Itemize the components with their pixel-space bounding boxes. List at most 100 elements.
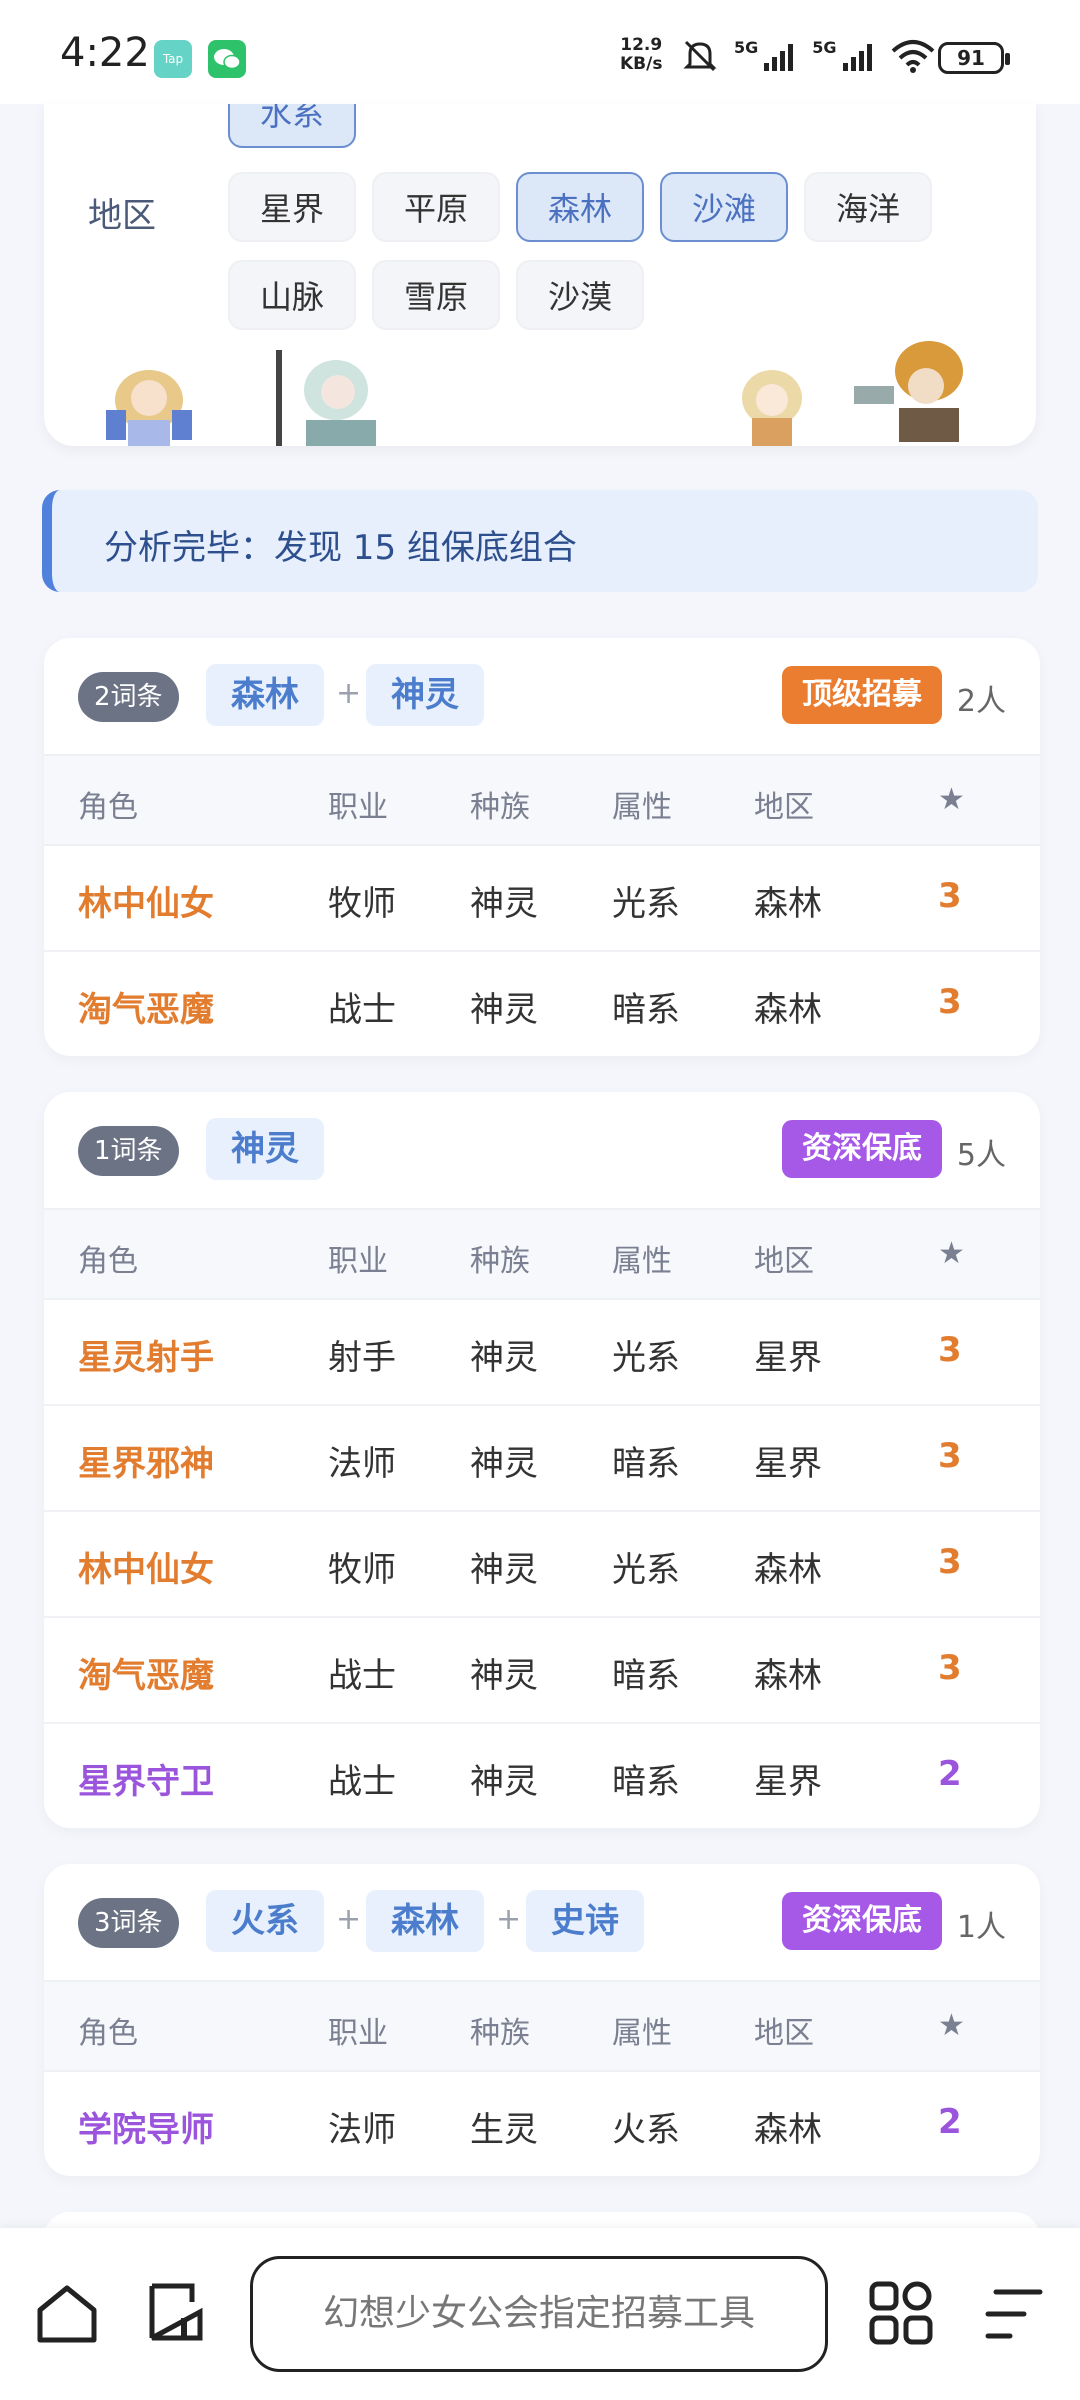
header-star: ★ [938,1236,965,1271]
header-job: 职业 [328,2016,388,2051]
cell-attr: 火系 [612,2110,680,2150]
chip-region[interactable]: 雪原 [372,260,500,330]
net-speed-unit: KB/s [620,54,663,74]
chip-attr-partial[interactable]: 水系 [228,104,356,148]
cell-region: 森林 [754,990,822,1030]
cell-job: 战士 [328,990,396,1030]
result-card-header: 1词条 神灵 资深保底 5人 [44,1092,1040,1210]
result-card: 3词条 火系 + 森林 + 史诗 资深保底 1人 角色 职业 种族 属性 地区 … [44,1864,1040,2176]
people-count: 5人 [956,1138,1006,1173]
header-race: 种族 [470,2016,530,2051]
chip-region[interactable]: 海洋 [804,172,932,242]
plus-sign: + [336,1902,362,1937]
tag-pill: 火系 [206,1890,324,1952]
table-row: 星界邪神 法师 神灵 暗系 星界 3 [44,1406,1040,1512]
header-attr: 属性 [612,790,672,825]
cell-region: 星界 [754,1444,822,1484]
result-card-header: 3词条 火系 + 森林 + 史诗 资深保底 1人 [44,1864,1040,1982]
status-time: 4:22 [60,30,150,76]
cell-race: 生灵 [470,2110,538,2150]
header-region: 地区 [754,790,814,825]
cell-race: 神灵 [470,1444,538,1484]
cell-name: 淘气恶魔 [78,990,214,1030]
tabs-icon[interactable] [144,2278,210,2344]
cell-race: 神灵 [470,1762,538,1802]
cell-star: 3 [938,982,962,1022]
cell-attr: 暗系 [612,1444,680,1484]
chip-region[interactable]: 星界 [228,172,356,242]
chip-region[interactable]: 平原 [372,172,500,242]
address-bar[interactable]: 幻想少女公会指定招募工具 [250,2256,828,2372]
cell-race: 神灵 [470,990,538,1030]
table-row: 星灵射手 射手 神灵 光系 星界 3 [44,1300,1040,1406]
cell-race: 神灵 [470,884,538,924]
header-name: 角色 [78,2016,138,2051]
cell-star: 2 [938,1754,962,1794]
cell-star: 2 [938,2102,962,2142]
signal-label-1: 5G [734,37,759,57]
cell-region: 森林 [754,1656,822,1696]
table-header: 角色 职业 种族 属性 地区 ★ [44,1982,1040,2072]
people-count: 1人 [956,1910,1006,1945]
header-job: 职业 [328,790,388,825]
mute-icon [683,40,717,72]
cell-job: 法师 [328,2110,396,2150]
menu-icon[interactable] [980,2284,1046,2344]
chip-region[interactable]: 森林 [516,172,644,242]
signal-icon [764,44,794,71]
signal-icon-2 [842,44,872,71]
cell-region: 星界 [754,1338,822,1378]
tag-pill: 神灵 [206,1118,324,1180]
result-card: 2词条 森林 + 神灵 顶级招募 2人 角色 职业 种族 属性 地区 ★ 林中仙… [44,638,1040,1056]
cell-job: 战士 [328,1762,396,1802]
region-label: 地区 [88,196,156,236]
header-job: 职业 [328,1244,388,1279]
chip-region[interactable]: 山脉 [228,260,356,330]
filter-card: 水系 地区 星界 平原 森林 沙滩 海洋 山脉 雪原 沙漠 [44,104,1036,446]
analysis-text: 分析完毕：发现 15 组保底组合 [104,528,577,568]
character-sprite-icon [854,341,963,442]
signal-label-2: 5G [812,37,837,57]
cell-star: 3 [938,1436,962,1476]
net-speed: 12.9 KB/s [620,36,662,74]
cell-job: 牧师 [328,884,396,924]
tier-badge: 顶级招募 [782,666,942,724]
tap-app-icon: Tap [154,40,192,78]
cell-name: 星界邪神 [78,1444,214,1484]
header-race: 种族 [470,1244,530,1279]
tag-pill: 神灵 [366,664,484,726]
home-icon[interactable] [34,2280,100,2346]
plus-sign: + [336,676,362,711]
table-row: 星界守卫 战士 神灵 暗系 星界 2 [44,1724,1040,1828]
table-row: 淘气恶魔 战士 神灵 暗系 森林 3 [44,952,1040,1056]
header-star: ★ [938,2008,965,2043]
tag-count-badge: 1词条 [78,1126,179,1176]
browser-bottom-bar: 幻想少女公会指定招募工具 [0,2228,1080,2400]
header-region: 地区 [754,2016,814,2051]
table-row: 林中仙女 牧师 神灵 光系 森林 3 [44,1512,1040,1618]
table-row: 淘气恶魔 战士 神灵 暗系 森林 3 [44,1618,1040,1724]
analysis-banner: 分析完毕：发现 15 组保底组合 [42,490,1038,592]
cell-attr: 光系 [612,884,680,924]
net-speed-value: 12.9 [620,35,663,55]
cell-region: 星界 [754,1762,822,1802]
status-bar: 4:22 Tap 12.9 KB/s 5G 5G 91 [0,0,1080,104]
cell-job: 牧师 [328,1550,396,1590]
wifi-icon [891,40,934,73]
cell-region: 森林 [754,2110,822,2150]
header-name: 角色 [78,1244,138,1279]
tag-count-badge: 3词条 [78,1898,179,1948]
tier-badge: 资深保底 [782,1120,942,1178]
apps-icon[interactable] [868,2280,934,2346]
status-icons: 5G 5G [680,36,935,76]
chip-region[interactable]: 沙滩 [660,172,788,242]
tag-pill: 森林 [206,664,324,726]
chip-region[interactable]: 沙漠 [516,260,644,330]
cell-race: 神灵 [470,1550,538,1590]
cell-race: 神灵 [470,1338,538,1378]
cell-region: 森林 [754,884,822,924]
cell-attr: 暗系 [612,1762,680,1802]
wechat-icon [208,40,246,78]
cell-star: 3 [938,876,962,916]
cell-job: 射手 [328,1338,396,1378]
